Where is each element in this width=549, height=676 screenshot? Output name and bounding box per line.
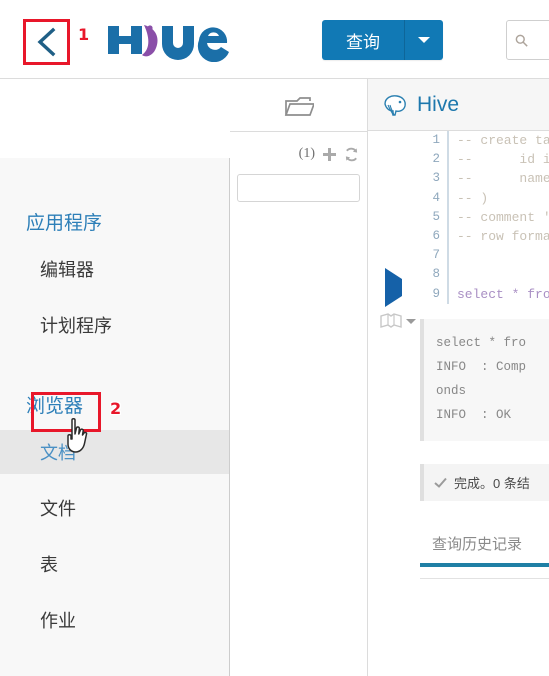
sidebar-item-label: 文件 — [40, 499, 76, 519]
sql-code-editor[interactable]: 1 -- create ta 2 -- id in 3 -- name 4 -- ) 5 -- c… — [420, 131, 549, 304]
line-text: -- name — [457, 171, 549, 187]
tab-divider — [420, 578, 549, 579]
run-query-button[interactable] — [385, 268, 402, 307]
sidebar-item-计划程序[interactable]: 计划程序 — [0, 303, 229, 347]
line-text: -- row forma — [457, 228, 549, 244]
line-number: 1 — [420, 131, 449, 151]
code-line: 4 -- ) — [420, 188, 549, 208]
line-text: -- ) — [457, 190, 489, 206]
code-line: 7 — [420, 246, 549, 266]
hue-logo — [108, 25, 229, 62]
query-button[interactable]: 查询 — [322, 20, 405, 60]
sidebar-item-编辑器[interactable]: 编辑器 — [0, 247, 229, 291]
top-navigation-bar: 1 查询 — [0, 0, 549, 79]
step-badge-1: 1 — [78, 25, 90, 44]
code-line: 6 -- row forma — [420, 226, 549, 247]
refresh-icon[interactable] — [344, 147, 359, 162]
hue-application-window: 1 查询 (1) Hive 1 -- create ta 2 -- id in … — [0, 0, 549, 676]
book-icon — [380, 313, 402, 328]
line-number: 3 — [420, 169, 449, 189]
main-content-area: (1) Hive 1 -- create ta 2 -- id in 3 -- … — [0, 79, 549, 676]
hive-elephant-icon — [384, 94, 406, 116]
editor-tab-hive[interactable]: Hive — [368, 79, 549, 131]
tab-query-history[interactable]: 查询历史记录 — [420, 533, 549, 563]
status-bar: 完成。0 条结 — [420, 464, 549, 501]
global-search-box[interactable] — [506, 20, 549, 60]
active-tab-underline — [420, 563, 549, 567]
plus-icon[interactable] — [322, 147, 337, 162]
result-tabs: 查询历史记录 — [420, 533, 549, 579]
editor-tab-label: Hive — [417, 92, 460, 116]
caret-down-icon — [418, 37, 430, 43]
assist-panel-header — [230, 79, 367, 132]
line-number: 8 — [420, 265, 449, 285]
code-line: 8 — [420, 265, 549, 285]
line-number: 5 — [420, 207, 449, 227]
global-search-input[interactable] — [528, 32, 549, 48]
folder-icon[interactable] — [284, 92, 314, 118]
line-number: 4 — [420, 188, 449, 208]
line-text — [449, 265, 465, 284]
sidebar-item-作业[interactable]: 作业 — [0, 598, 229, 642]
line-number: 2 — [420, 150, 449, 170]
editor-panel: Hive 1 -- create ta 2 -- id in 3 -- name 4 -- )… — [368, 79, 549, 676]
code-line: 5 -- comment ' — [420, 207, 549, 227]
query-button-group[interactable]: 查询 — [322, 20, 443, 60]
code-line: 2 -- id in — [420, 150, 549, 170]
result-log: select * fro INFO : Comp onds INFO : OK — [420, 319, 549, 441]
sidebar-item-label: 编辑器 — [40, 260, 94, 280]
sidebar-item-label: 计划程序 — [40, 316, 112, 336]
line-text: -- create ta — [457, 133, 549, 148]
code-line: 9 select * fro — [420, 284, 549, 304]
sidebar-item-label: 表 — [40, 555, 58, 575]
assist-filter-input[interactable] — [237, 174, 360, 202]
line-number: 6 — [420, 226, 449, 247]
sidebar-group-title: 应用程序 — [26, 213, 103, 234]
check-icon — [434, 477, 447, 488]
search-icon — [515, 34, 528, 47]
sidebar-item-文档[interactable]: 文档 — [0, 430, 229, 474]
line-text — [449, 246, 465, 265]
chevron-left-icon — [36, 27, 55, 57]
line-text: -- comment ' — [457, 209, 549, 225]
play-icon — [385, 268, 402, 307]
line-number: 7 — [420, 246, 449, 266]
collapse-sidebar-button[interactable] — [23, 19, 70, 65]
line-text: select * fro — [457, 286, 549, 302]
assist-panel: (1) — [230, 79, 368, 676]
assist-count-label: (1) — [298, 146, 315, 161]
code-line: 3 -- name — [420, 169, 549, 189]
line-text: -- id in — [457, 152, 549, 168]
step-badge-2: 2 — [110, 399, 122, 418]
editor-settings-button[interactable] — [380, 313, 416, 329]
code-line: 1 -- create ta — [420, 131, 549, 151]
status-text: 完成。0 条结 — [454, 476, 530, 491]
assist-toolbar: (1) — [230, 132, 367, 168]
line-number: 9 — [420, 284, 449, 304]
caret-down-icon — [406, 318, 416, 324]
query-dropdown-button[interactable] — [405, 20, 443, 60]
sidebar-item-文件[interactable]: 文件 — [0, 486, 229, 530]
sidebar-item-label: 作业 — [40, 611, 76, 631]
sidebar-item-表[interactable]: 表 — [0, 542, 229, 586]
sidebar-item-label: 文档 — [40, 443, 76, 463]
